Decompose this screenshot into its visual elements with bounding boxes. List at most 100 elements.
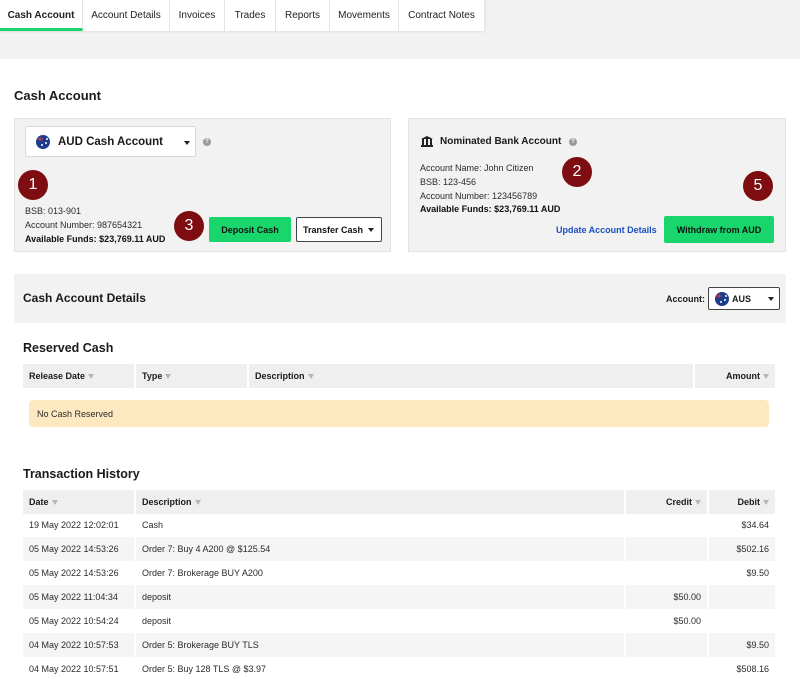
transaction-credit [626,513,709,537]
transaction-date: 05 May 2022 14:53:26 [23,537,136,561]
help-icon[interactable]: ? [569,138,577,146]
transaction-description: Cash [136,513,626,537]
table-row: 05 May 2022 10:54:24 deposit $50.00 [23,609,775,633]
annotation-marker-5: 5 [743,171,773,201]
tab-bar-background: Cash Account Account Details Invoices Tr… [0,0,800,59]
chevron-down-icon [368,228,374,232]
table-row: 19 May 2022 12:02:01 Cash $34.64 [23,513,775,537]
sort-icon [194,499,201,505]
transaction-debit [709,585,775,609]
no-cash-reserved-message: No Cash Reserved [29,400,769,427]
transaction-date: 05 May 2022 10:54:24 [23,609,136,633]
transaction-debit: $9.50 [746,640,769,650]
tab-list: Cash Account Account Details Invoices Tr… [0,0,485,31]
australia-flag-icon [36,134,50,149]
transaction-history-title: Transaction History [23,467,140,481]
transaction-date: 04 May 2022 10:57:53 [23,633,136,657]
transaction-description: Order 5: Brokerage BUY TLS [136,633,626,657]
table-row: 05 May 2022 14:53:26 Order 7: Brokerage … [23,561,775,585]
column-header-release-date[interactable]: Release Date [23,364,134,388]
cash-account-select[interactable]: AUD Cash Account [25,126,196,157]
cash-account-select-label: AUD Cash Account [58,135,163,148]
transfer-cash-button[interactable]: Transfer Cash [296,217,382,242]
update-account-details-link[interactable]: Update Account Details [556,225,657,235]
reserved-cash-title: Reserved Cash [23,341,114,355]
help-icon[interactable]: ? [203,138,211,146]
transaction-date: 19 May 2022 12:02:01 [23,513,136,537]
nominated-bank-title-text: Nominated Bank Account [440,136,562,147]
tab-invoices[interactable]: Invoices [170,0,225,31]
annotation-marker-3: 3 [174,211,204,241]
nominated-bank-panel: Nominated Bank Account ? Account Name: J… [408,118,786,252]
transaction-debit [709,609,775,633]
transaction-credit [626,657,709,679]
chevron-down-icon [768,297,774,301]
transaction-debit: $508.16 [736,664,769,674]
sort-icon [307,373,314,379]
bank-bsb: BSB: 123-456 [420,177,477,187]
column-header-amount[interactable]: Amount [695,364,775,388]
bank-icon [421,136,433,147]
transaction-date: 05 May 2022 14:53:26 [23,561,136,585]
sort-icon [695,499,701,505]
transaction-debit: $34.64 [741,520,769,530]
sort-icon [763,499,769,505]
column-header-date[interactable]: Date [23,490,134,514]
bank-account-number: Account Number: 123456789 [420,191,538,201]
cash-bsb: BSB: 013-901 [25,206,82,216]
sort-icon [88,373,95,379]
deposit-cash-button[interactable]: Deposit Cash [209,217,291,242]
transfer-cash-label: Transfer Cash [303,224,364,235]
transaction-description: Order 7: Brokerage BUY A200 [136,561,626,585]
column-header-debit[interactable]: Debit [709,490,775,514]
transaction-description: Order 5: Buy 128 TLS @ $3.97 [136,657,626,679]
column-header-description[interactable]: Description [249,364,693,388]
tab-cash-account[interactable]: Cash Account [0,0,83,31]
column-header-description[interactable]: Description [136,490,624,514]
transaction-credit: $50.00 [626,609,709,633]
tab-reports[interactable]: Reports [276,0,330,31]
transaction-credit [626,537,709,561]
transaction-credit: $50.00 [626,585,709,609]
transaction-debit: $502.16 [736,544,769,554]
page-title: Cash Account [14,88,101,103]
transaction-description: deposit [136,609,626,633]
cash-account-number: Account Number: 987654321 [25,220,143,230]
transaction-history-table-header: Date Description Credit Debit [23,490,775,514]
column-header-credit[interactable]: Credit [626,490,707,514]
chevron-down-icon [184,141,190,145]
cash-account-details-bar: Cash Account Details Account: AUS [14,274,786,323]
transaction-date: 04 May 2022 10:57:51 [23,657,136,679]
sort-icon [763,373,769,379]
transaction-description: Order 7: Buy 4 A200 @ $125.54 [136,537,626,561]
annotation-marker-1: 1 [18,170,48,200]
transaction-debit: $9.50 [746,568,769,578]
account-filter-value: AUS [732,293,752,304]
cash-available-funds: Available Funds: $23,769.11 AUD [25,234,166,244]
column-header-type[interactable]: Type [136,364,247,388]
transaction-credit [626,633,709,657]
tab-account-details[interactable]: Account Details [83,0,170,31]
sort-icon [165,373,172,379]
nominated-bank-title: Nominated Bank Account [421,136,561,147]
annotation-marker-2: 2 [562,157,592,187]
cash-account-details-title: Cash Account Details [23,291,146,305]
australia-flag-icon [715,291,729,306]
transaction-date: 05 May 2022 11:04:34 [23,585,136,609]
bank-account-name: Account Name: John Citizen [420,163,534,173]
bank-available-funds: Available Funds: $23,769.11 AUD [420,204,561,214]
tab-trades[interactable]: Trades [225,0,276,31]
reserved-cash-table-header: Release Date Type Description Amount [23,364,775,388]
table-row: 04 May 2022 10:57:51 Order 5: Buy 128 TL… [23,657,775,679]
withdraw-button[interactable]: Withdraw from AUD [664,216,774,243]
sort-icon [51,499,58,505]
transaction-description: deposit [136,585,626,609]
table-row: 05 May 2022 11:04:34 deposit $50.00 [23,585,775,609]
tab-contract-notes[interactable]: Contract Notes [399,0,485,31]
tab-movements[interactable]: Movements [330,0,399,31]
transaction-history-table-body: 19 May 2022 12:02:01 Cash $34.64 05 May … [23,513,775,679]
transaction-credit [626,561,709,585]
table-row: 05 May 2022 14:53:26 Order 7: Buy 4 A200… [23,537,775,561]
account-filter-select[interactable]: AUS [708,287,780,310]
table-row: 04 May 2022 10:57:53 Order 5: Brokerage … [23,633,775,657]
